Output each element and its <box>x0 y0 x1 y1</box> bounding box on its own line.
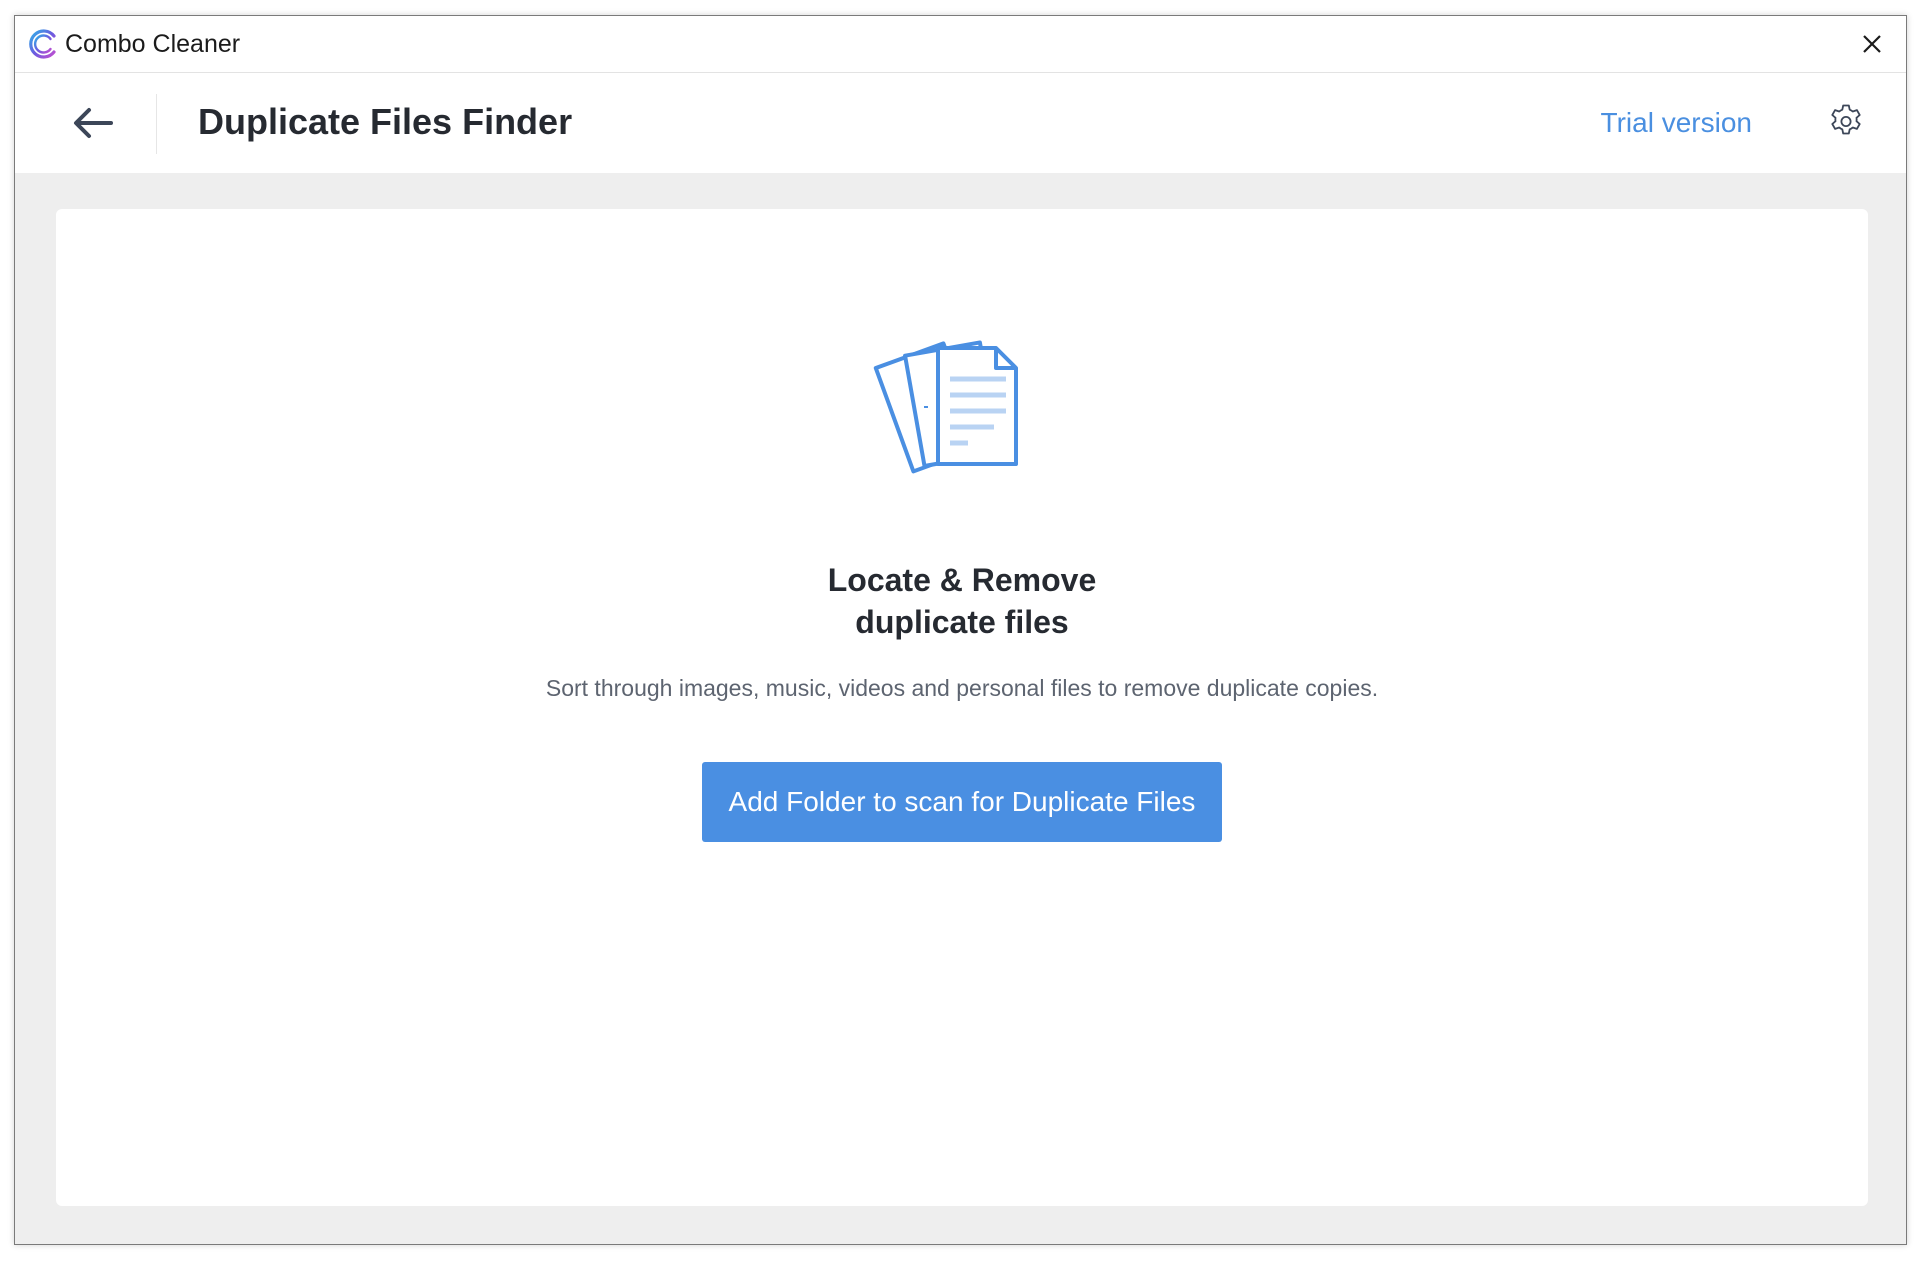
headline-line-1: Locate & Remove <box>827 562 1097 598</box>
header-divider <box>156 94 157 154</box>
app-window: Combo Cleaner Duplicate Files Finder Tri… <box>14 15 1907 1245</box>
headline: Locate & Remove duplicate files <box>56 559 1868 643</box>
headline-line-2: duplicate files <box>855 604 1069 640</box>
close-icon[interactable] <box>1854 26 1890 62</box>
content-card: Locate & Remove duplicate files Sort thr… <box>56 209 1868 1206</box>
arrow-left-icon[interactable] <box>65 95 121 151</box>
trial-version-link[interactable]: Trial version <box>1601 105 1752 141</box>
page-title: Duplicate Files Finder <box>198 101 573 142</box>
page-header: Duplicate Files Finder Trial version <box>15 73 1906 173</box>
description-text: Sort through images, music, videos and p… <box>545 675 1379 701</box>
app-title: Combo Cleaner <box>65 30 241 58</box>
combo-cleaner-logo-icon <box>29 29 56 59</box>
title-bar: Combo Cleaner <box>15 16 1906 73</box>
documents-stack-icon <box>873 340 1018 474</box>
add-folder-button[interactable]: Add Folder to scan for Duplicate Files <box>702 762 1222 842</box>
gear-icon[interactable] <box>1826 101 1866 141</box>
